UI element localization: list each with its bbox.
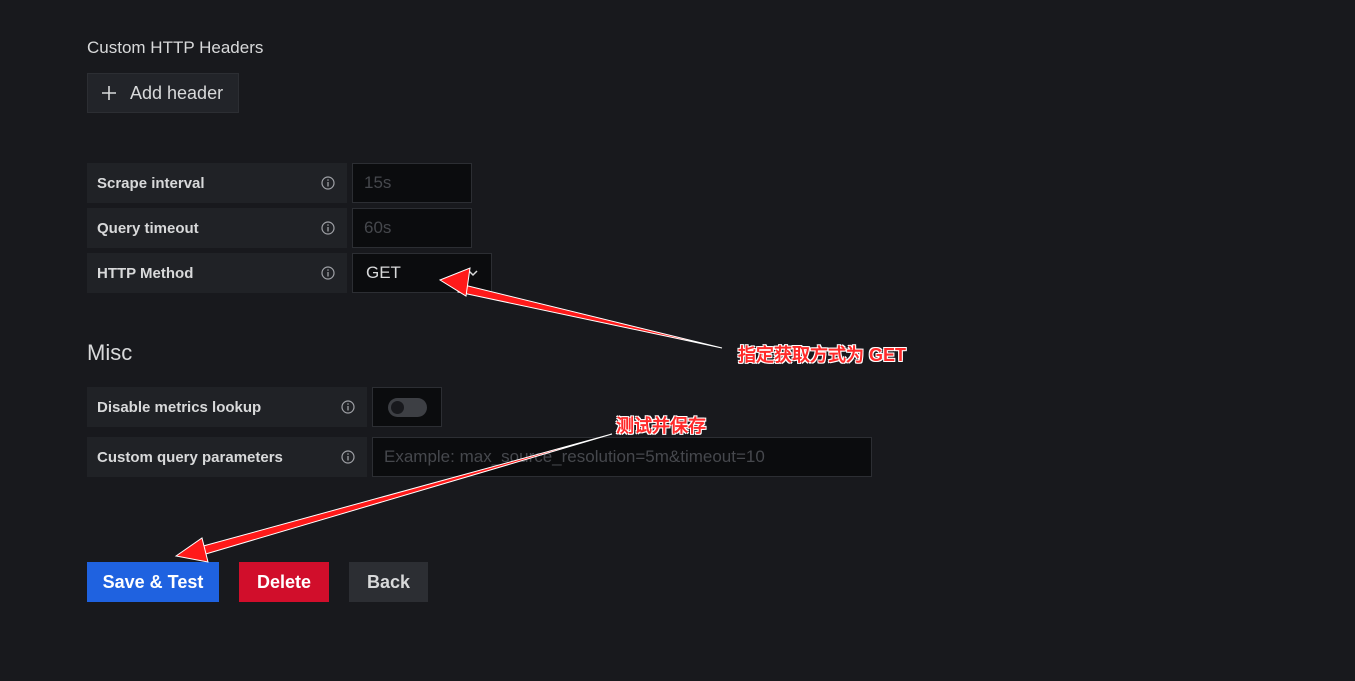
misc-title: Misc [87,340,133,365]
info-icon[interactable] [341,450,355,464]
add-header-button[interactable]: Add header [87,73,239,113]
custom-query-parameters-input[interactable]: Example: max_source_resolution=5m&timeou… [372,437,872,477]
disable-metrics-lookup-text: Disable metrics lookup [97,398,262,416]
http-method-annotation: 指定获取方式为 GET [738,345,907,365]
custom-query-parameters-text: Custom query parameters [97,448,283,466]
toggle-knob [391,401,404,414]
back-button[interactable]: Back [349,562,428,602]
plus-icon [102,86,116,100]
scrape-interval-input[interactable]: 15s [352,163,472,203]
save-and-test-button[interactable]: Save & Test [87,562,219,602]
disable-metrics-lookup-toggle[interactable] [388,398,427,417]
info-icon[interactable] [321,176,335,190]
scrape-interval-label: Scrape interval [87,163,347,203]
custom-http-headers-title: Custom HTTP Headers [87,38,264,57]
info-icon[interactable] [321,266,335,280]
delete-button[interactable]: Delete [239,562,329,602]
chevron-down-icon [468,270,478,277]
scrape-interval-text: Scrape interval [97,174,205,192]
info-icon[interactable] [321,221,335,235]
disable-metrics-lookup-label: Disable metrics lookup [87,387,367,427]
query-timeout-text: Query timeout [97,219,199,237]
http-method-select[interactable]: GET [352,253,492,293]
http-method-text: HTTP Method [97,264,194,282]
info-icon[interactable] [341,400,355,414]
query-timeout-label: Query timeout [87,208,347,248]
http-method-value: GET [366,263,401,282]
http-method-label: HTTP Method [87,253,347,293]
scrape-interval-placeholder: 15s [364,173,392,192]
custom-query-parameters-placeholder: Example: max_source_resolution=5m&timeou… [384,447,765,466]
add-header-label: Add header [130,82,224,103]
save-annotation: 测试并保存 [616,416,706,436]
disable-metrics-lookup-switch-container [372,387,442,427]
query-timeout-input[interactable]: 60s [352,208,472,248]
custom-query-parameters-label: Custom query parameters [87,437,367,477]
query-timeout-placeholder: 60s [364,218,392,237]
